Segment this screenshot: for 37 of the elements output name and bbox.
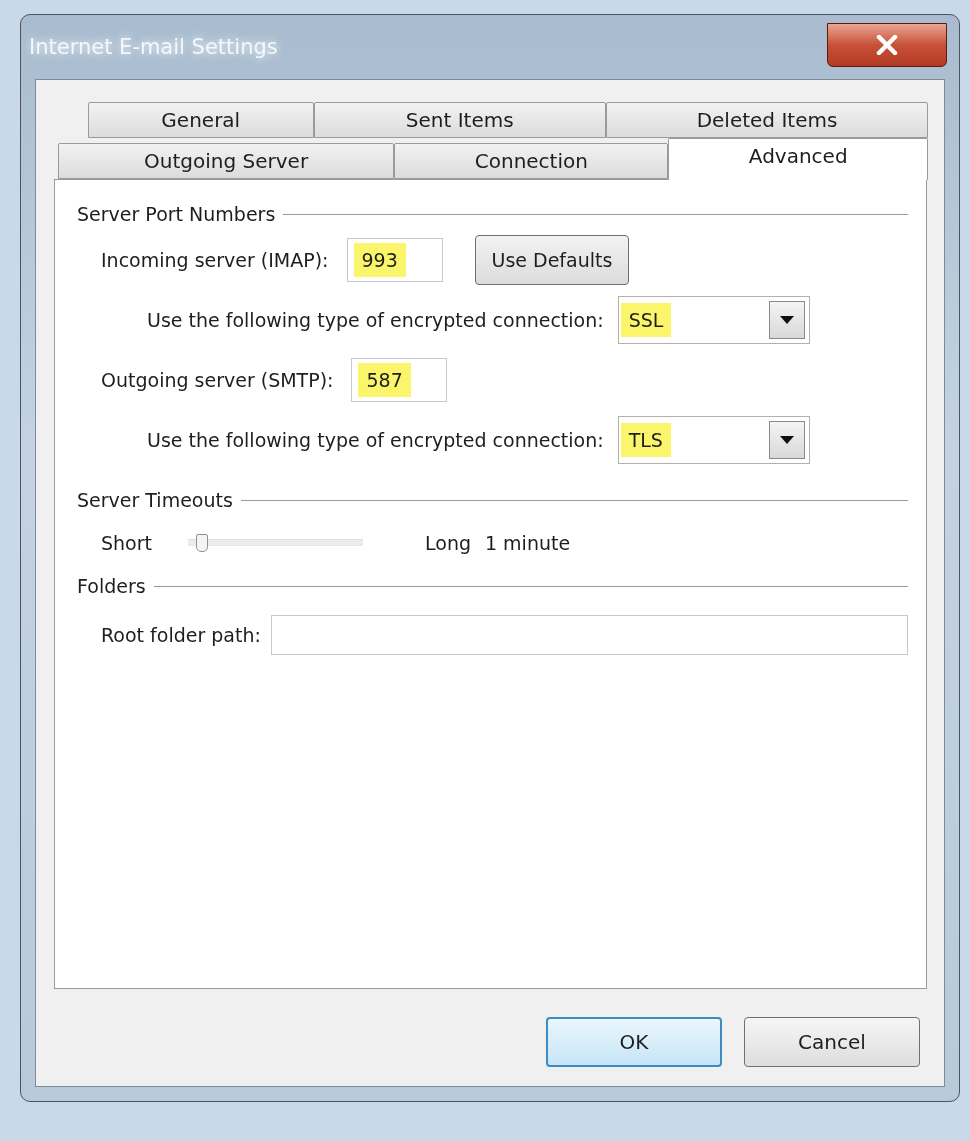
slider-min-label: Short [101,532,152,554]
field-value: 993 [353,243,406,277]
field-label: Incoming server (IMAP): [101,249,329,271]
field-label: Use the following type of encrypted connection: [147,429,604,451]
dialog-button[interactable]: OK [546,1017,722,1067]
timeout-reading: 1 minute [485,532,571,554]
group-title: Server Timeouts [77,489,233,511]
window-title: Internet E-mail Settings [29,35,278,59]
slider-thumb[interactable] [196,534,209,552]
tab[interactable]: Sent Items [313,102,606,138]
group-title: Folders [77,575,146,597]
field-value: 587 [358,363,411,397]
tab[interactable]: Advanced [668,138,928,180]
dropdown-arrow-icon [779,316,794,324]
close-button[interactable] [827,23,947,67]
root-folder-field[interactable] [270,615,908,655]
field-label: Root folder path: [101,624,261,646]
use-defaults-button[interactable]: Use Defaults [474,235,630,285]
dialog-button[interactable]: Cancel [744,1017,920,1067]
field-label: Use the following type of encrypted connection: [147,309,604,331]
dropdown-button[interactable] [768,421,805,459]
encryption-dropdown[interactable]: SSL [617,296,810,344]
tab[interactable]: Deleted Items [606,102,928,138]
dropdown-button[interactable] [768,301,805,339]
dropdown-arrow-icon [779,436,794,444]
close-icon [876,35,898,55]
port-field[interactable]: 993 [346,238,443,282]
field-label: Outgoing server (SMTP): [101,369,334,391]
group-title: Server Port Numbers [77,203,276,225]
dropdown-value: TLS [620,423,671,457]
encryption-dropdown[interactable]: TLS [617,416,810,464]
dropdown-value: SSL [620,303,672,337]
tab[interactable]: Connection [394,143,669,179]
tab[interactable]: Outgoing Server [58,143,395,179]
slider-max-label: Long [425,532,471,554]
port-field[interactable]: 587 [351,358,448,402]
tab[interactable]: General [88,102,314,138]
